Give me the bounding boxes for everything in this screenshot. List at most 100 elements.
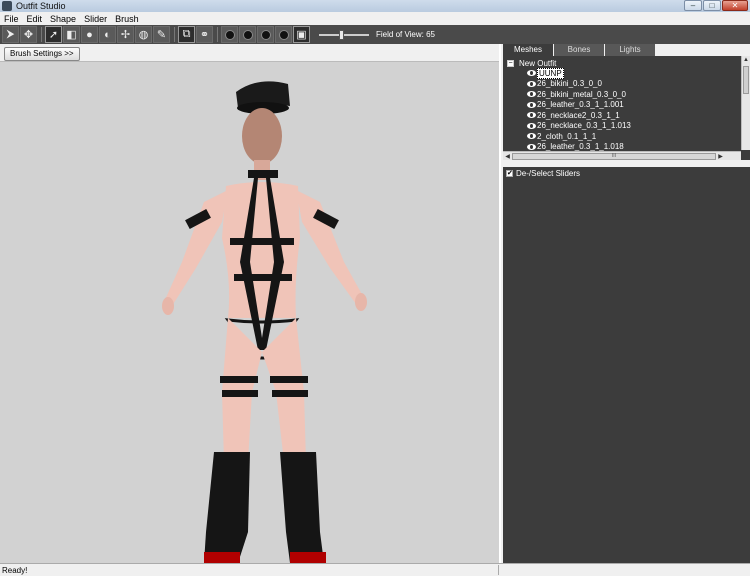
menu-edit[interactable]: Edit [23,14,47,24]
character-model[interactable] [0,62,499,563]
tree-item-label: 26_bikini_0.3_0_0 [537,79,602,89]
scroll-right-icon[interactable]: ▶ [716,153,725,160]
left-arm [164,190,228,306]
tree-item[interactable]: 26_necklace2_0.3_1_1 [527,110,631,121]
tree-root-label: New Outfit [519,58,557,68]
wireframe-view-icon[interactable] [239,26,256,43]
vertical-scrollbar[interactable]: ▲ [741,56,750,150]
right-boot-sole [290,552,326,563]
connected-icon[interactable]: ⚭ [196,26,213,43]
toolbar-separator [41,27,42,42]
mask-brush-icon[interactable]: ◧ [63,26,80,43]
standard-brush-icon[interactable]: ➚ [45,26,62,43]
inflate-brush-icon[interactable]: ● [81,26,98,43]
right-thigh-strap-2 [272,390,308,397]
scroll-left-icon[interactable]: ◀ [503,153,512,160]
smooth-brush-icon[interactable]: ◍ [135,26,152,43]
left-boot [204,452,250,563]
toolbar: ⮞ ✥ ➚ ◧ ● ◐ ✢ ◍ ✎ ⧉ ⚭ ▣ Field of View: 6… [0,25,750,44]
status-text: Ready! [2,565,28,575]
panel-tabs: Meshes Bones Lights [501,44,750,56]
transform-tool-icon[interactable]: ✥ [20,26,37,43]
tree-item-label: 26_leather_0.3_1_1.018 [537,142,624,152]
symmetry-icon[interactable]: ⧉ [178,26,195,43]
vertex-view-icon[interactable] [221,26,238,43]
tab-meshes[interactable]: Meshes [503,44,553,56]
fov-label: Field of View: 65 [376,30,435,39]
right-boot [280,452,324,563]
title-bar: Outfit Studio – □ ✕ [0,0,750,12]
mesh-tree[interactable]: − New Outfit UUNP 26_bikini_0.3_0_0 26_b… [503,56,750,160]
eye-icon[interactable] [527,112,536,119]
status-bar: Ready! [0,563,750,576]
cube-view-icon[interactable]: ▣ [293,26,310,43]
eye-icon[interactable] [527,143,536,150]
weight-brush-icon[interactable]: ✎ [153,26,170,43]
tree-item-label: 26_bikini_metal_0.3_0_0 [537,89,626,99]
eye-icon[interactable] [527,101,536,108]
menu-slider[interactable]: Slider [80,14,111,24]
waist-strap [234,274,292,281]
tree-item[interactable]: 26_bikini_0.3_0_0 [527,79,631,90]
window-title: Outfit Studio [16,1,66,11]
brush-settings-button[interactable]: Brush Settings >> [4,47,80,61]
horizontal-scrollbar[interactable]: ◀ III ▶ [503,151,741,160]
slider-list[interactable] [503,179,750,563]
minimize-button[interactable]: – [684,0,702,11]
tree-item[interactable]: 26_bikini_metal_0.3_0_0 [527,89,631,100]
right-arm [296,190,364,304]
vertical-scroll-thumb[interactable] [743,66,749,94]
tree-item-label: UUNP [537,67,564,79]
left-boot-sole [204,552,240,563]
chest-strap [230,238,294,245]
eye-icon[interactable] [527,133,536,140]
select-tool-icon[interactable]: ⮞ [2,26,19,43]
status-divider [498,565,499,575]
menu-file[interactable]: File [0,14,23,24]
eye-icon[interactable] [527,80,536,87]
close-button[interactable]: ✕ [722,0,748,11]
menu-brush[interactable]: Brush [111,14,143,24]
tab-lights[interactable]: Lights [605,44,655,56]
fov-slider-thumb[interactable] [339,29,345,40]
toolbar-separator [174,27,175,42]
fov-slider[interactable] [319,29,369,40]
head [242,108,282,164]
tree-item-label: 2_cloth_0.1_1_1 [537,131,597,141]
torso [222,182,300,318]
right-panel: Meshes Bones Lights − New Outfit UUNP 26… [499,44,750,563]
collapse-icon[interactable]: − [507,59,514,67]
tree-root[interactable]: − New Outfit [507,58,556,68]
eye-icon[interactable] [527,91,536,98]
deflate-brush-icon[interactable]: ◐ [99,26,116,43]
tree-item[interactable]: 2_cloth_0.1_1_1 [527,131,631,142]
tree-item-label: 26_necklace_0.3_1_1.013 [537,121,631,131]
app-icon [2,1,12,11]
right-hand [355,293,367,311]
move-brush-icon[interactable]: ✢ [117,26,134,43]
brush-settings-bar: Brush Settings >> [0,44,499,62]
tree-item-label: 26_necklace2_0.3_1_1 [537,110,620,120]
tab-bones[interactable]: Bones [554,44,604,56]
tree-item-label: 26_leather_0.3_1_1.001 [537,100,624,110]
left-hand [162,297,174,315]
select-sliders-label: De-/Select Sliders [516,168,581,178]
menu-shape[interactable]: Shape [46,14,80,24]
left-thigh-strap-2 [222,390,258,397]
right-thigh-strap-1 [270,376,308,383]
toolbar-separator [217,27,218,42]
3d-viewport[interactable]: Brush Settings >> [0,44,499,563]
horizontal-scroll-thumb[interactable]: III [512,152,716,160]
eye-icon[interactable] [527,70,536,77]
lighting-view-icon[interactable] [257,26,274,43]
collar [248,170,278,178]
tree-item[interactable]: 26_necklace_0.3_1_1.013 [527,121,631,132]
eye-icon[interactable] [527,122,536,129]
scroll-up-icon[interactable]: ▲ [742,56,750,65]
menu-bar: File Edit Shape Slider Brush [0,12,750,25]
texture-view-icon[interactable] [275,26,292,43]
maximize-button[interactable]: □ [703,0,721,11]
tree-item[interactable]: UUNP [527,67,631,79]
tree-item[interactable]: 26_leather_0.3_1_1.001 [527,100,631,111]
select-sliders-checkbox[interactable]: ✔ [506,169,513,177]
